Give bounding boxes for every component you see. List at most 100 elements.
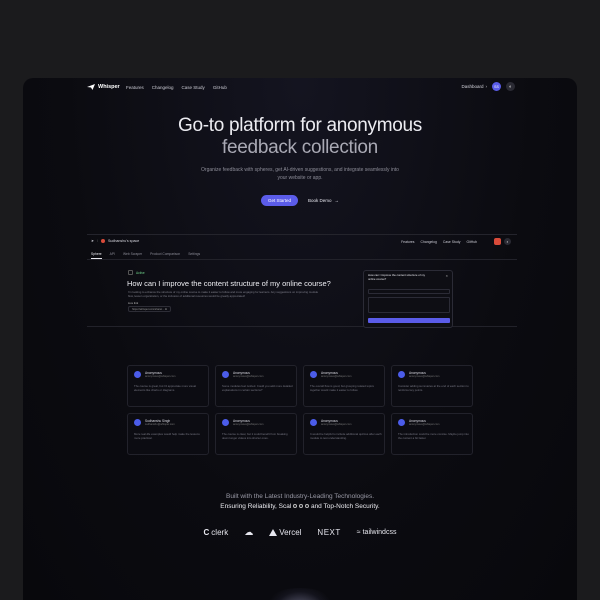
hero-ctas: Get Started Book Demo → bbox=[23, 195, 577, 206]
tech-statement: Built with the Latest Industry-Leading T… bbox=[23, 492, 577, 512]
dashboard-button[interactable]: Dashboard › bbox=[461, 84, 487, 89]
arrow-right-icon: → bbox=[334, 198, 340, 203]
tab-settings[interactable]: Settings bbox=[188, 250, 200, 259]
feedback-card[interactable]: Anonymous anonymous@whisper.com The course… bbox=[215, 413, 297, 455]
tab-sphere[interactable]: Sphere bbox=[91, 250, 102, 259]
live-link-value: https://whisper.com/share/... bbox=[132, 307, 165, 311]
copy-icon[interactable]: ⧉ bbox=[164, 308, 167, 311]
preview-link-github[interactable]: GitHub bbox=[466, 240, 477, 244]
vercel-logo: Vercel bbox=[269, 528, 301, 537]
nav-link-changelog[interactable]: Changelog bbox=[152, 85, 174, 90]
user-avatar[interactable] bbox=[494, 238, 501, 245]
tech-line2-end: and Top-Notch Security. bbox=[310, 503, 380, 510]
author-email: anonymous@whisper.com bbox=[409, 423, 440, 426]
nav-link-features[interactable]: Features bbox=[126, 85, 144, 90]
preview-link-changelog[interactable]: Changelog bbox=[421, 240, 437, 244]
nav-links: Features Changelog Case Study GitHub bbox=[126, 85, 227, 90]
feedback-author: Anonymous anonymous@whisper.com bbox=[409, 419, 439, 426]
tech-line2: Ensuring Reliability, Scal and Top-Notch… bbox=[23, 502, 577, 512]
preview-link-case-study[interactable]: Case Study bbox=[443, 240, 461, 244]
widget-submit-button[interactable] bbox=[368, 318, 450, 323]
feedback-author: Anonymous anonymous@whisper.com bbox=[233, 419, 263, 426]
feedback-card-header: Anonymous anonymous@whisper.com bbox=[222, 419, 263, 426]
author-email: anonymous@whisper.com bbox=[233, 423, 264, 426]
feedback-card-header: Anonymous anonymous@whisper.com bbox=[310, 371, 351, 378]
tab-web-scraper[interactable]: Web Scraper bbox=[123, 250, 142, 259]
widget-title: How can I improve the content structure … bbox=[368, 273, 426, 281]
app-frame: Whisper Features Changelog Case Study Gi… bbox=[23, 78, 577, 600]
sphere-description: I'm looking to enhance the structure of … bbox=[128, 290, 319, 298]
theme-toggle-icon[interactable]: ◐ bbox=[506, 82, 515, 91]
preview-nav-links: Features Changelog Case Study GitHub bbox=[401, 240, 477, 244]
clerk-logo: Cclerk bbox=[204, 528, 229, 537]
author-email: sudhanshu@whisper.com bbox=[145, 423, 175, 426]
feedback-author: Anonymous anonymous@whisper.com bbox=[233, 371, 263, 378]
workspace-name[interactable]: Sudhanshu's space bbox=[108, 239, 139, 243]
nextjs-logo: NEXT bbox=[317, 528, 340, 537]
tech-line1: Built with the Latest Industry-Leading T… bbox=[225, 493, 375, 500]
feedback-card[interactable]: Anonymous anonymous@whisper.com The introd… bbox=[391, 413, 473, 455]
hero-title-line1: Go-to platform for anonymous bbox=[178, 115, 422, 136]
feedback-card[interactable]: Anonymous anonymous@whisper.com The overal… bbox=[303, 365, 385, 407]
live-link-field[interactable]: https://whisper.com/share/... ⧉ bbox=[128, 306, 171, 312]
preview-nav-icons: ◐ bbox=[494, 238, 511, 245]
feedback-card-header: Anonymous anonymous@whisper.com bbox=[310, 419, 351, 426]
tab-product-comparison[interactable]: Product Comparison bbox=[150, 250, 180, 259]
feedback-card[interactable]: Anonymous anonymous@whisper.com The course… bbox=[127, 365, 209, 407]
feedback-card-header: Anonymous anonymous@whisper.com bbox=[134, 371, 175, 378]
feedback-card-header: Sudhanshu Singh sudhanshu@whisper.com bbox=[134, 419, 175, 426]
avatar bbox=[310, 419, 317, 426]
widget-email-field[interactable] bbox=[368, 289, 450, 294]
book-demo-button[interactable]: Book Demo → bbox=[308, 198, 339, 203]
author-email: anonymous@whisper.com bbox=[233, 375, 264, 378]
brand-logo[interactable]: Whisper bbox=[87, 84, 120, 90]
nav-actions: Dashboard › SS ◐ bbox=[461, 82, 515, 91]
sphere-question: How can I improve the content structure … bbox=[127, 279, 331, 288]
avatar bbox=[310, 371, 317, 378]
author-email: anonymous@whisper.com bbox=[321, 423, 352, 426]
cloudflare-logo-icon: ☁ bbox=[244, 527, 254, 537]
dashboard-label: Dashboard bbox=[461, 84, 484, 89]
feedback-card-header: Anonymous anonymous@whisper.com bbox=[398, 371, 439, 378]
feedback-card[interactable]: Anonymous anonymous@whisper.com Consider a… bbox=[391, 365, 473, 407]
vercel-icon bbox=[269, 529, 278, 536]
feedback-text: Consider adding summaries at the end of … bbox=[398, 384, 469, 392]
feedback-card[interactable]: Anonymous anonymous@whisper.com Some modul… bbox=[215, 365, 297, 407]
get-started-button[interactable]: Get Started bbox=[260, 195, 298, 206]
nav-link-case-study[interactable]: Case Study bbox=[182, 85, 205, 90]
feedback-text: The overall flow is good, but grouping r… bbox=[310, 384, 374, 392]
hero-title-line2: feedback collection bbox=[222, 137, 378, 158]
feedback-author: Anonymous anonymous@whisper.com bbox=[321, 371, 351, 378]
widget-message-field[interactable] bbox=[368, 297, 450, 313]
arrow-right-icon: › bbox=[485, 84, 488, 89]
tech-logos: Cclerk ☁ Vercel NEXT ≈ tailwindcss bbox=[23, 527, 577, 538]
nextjs-label: NEXT bbox=[317, 528, 341, 537]
nav-link-github[interactable]: GitHub bbox=[213, 85, 227, 90]
tab-api[interactable]: API bbox=[110, 250, 115, 259]
feedback-text: Some modules feel rushed. Could you add … bbox=[222, 384, 293, 392]
status-badge: Active bbox=[128, 270, 145, 275]
author-email: anonymous@whisper.com bbox=[145, 375, 176, 378]
hero-title: Go-to platform for anonymous feedback co… bbox=[23, 115, 577, 159]
loading-dots-icon bbox=[293, 504, 310, 509]
preview-brand: ➤ / Sudhanshu's space bbox=[91, 239, 139, 243]
clerk-label: clerk bbox=[211, 528, 229, 537]
separator: / bbox=[97, 239, 99, 243]
feedback-text: The introduction could be more concise. … bbox=[398, 432, 469, 440]
tech-line2-start: Ensuring Reliability, Scal bbox=[220, 503, 292, 510]
theme-toggle-icon[interactable]: ◐ bbox=[504, 238, 511, 245]
feedback-card[interactable]: Sudhanshu Singh sudhanshu@whisper.com More… bbox=[127, 413, 209, 455]
tailwind-icon: ≈ bbox=[356, 529, 361, 536]
preview-link-features[interactable]: Features bbox=[401, 240, 414, 244]
close-icon[interactable]: ✕ bbox=[445, 274, 448, 278]
feedback-text: The course is clear, but it could benefi… bbox=[222, 432, 288, 440]
user-avatar[interactable]: SS bbox=[492, 82, 501, 91]
avatar bbox=[398, 371, 405, 378]
whisper-logo-icon bbox=[87, 84, 95, 90]
glow-orb bbox=[270, 588, 330, 600]
feedback-card-header: Anonymous anonymous@whisper.com bbox=[222, 371, 263, 378]
avatar bbox=[134, 419, 141, 426]
clerk-icon: C bbox=[203, 528, 210, 537]
feedback-card[interactable]: Anonymous anonymous@whisper.com It would b… bbox=[303, 413, 385, 455]
feedback-widget: How can I improve the content structure … bbox=[363, 270, 453, 328]
